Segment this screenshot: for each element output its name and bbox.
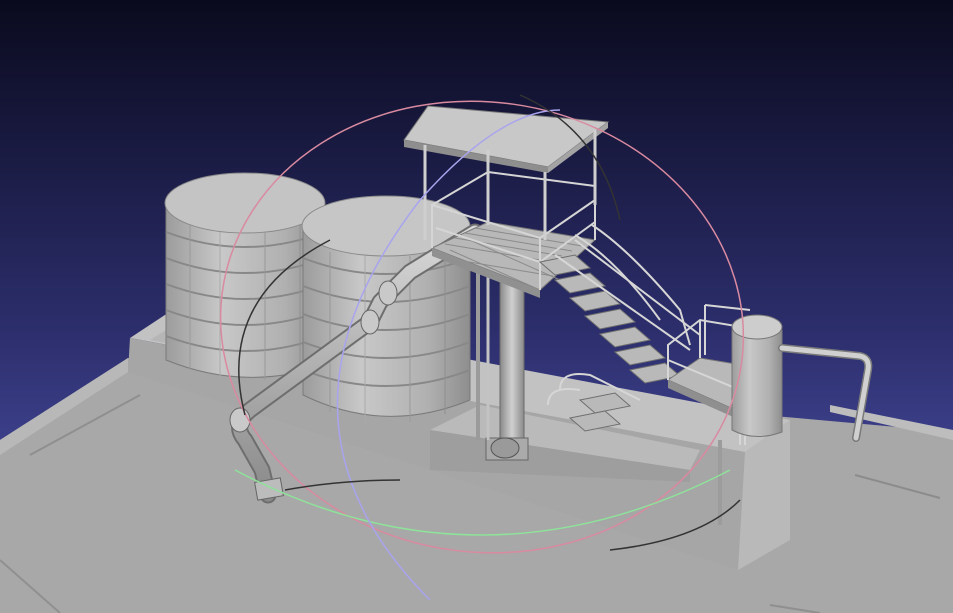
3d-scene[interactable] bbox=[0, 0, 953, 613]
storage-tank-left bbox=[164, 172, 326, 380]
3d-viewport[interactable] bbox=[0, 0, 953, 613]
